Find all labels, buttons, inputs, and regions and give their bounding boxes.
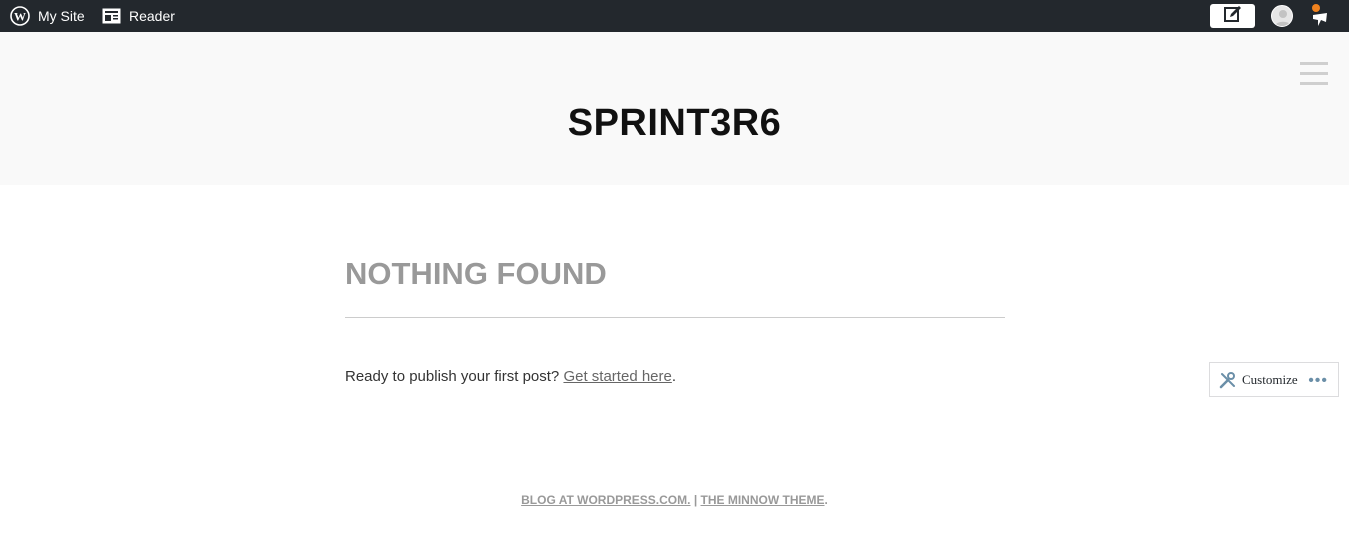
write-button[interactable] <box>1210 4 1255 28</box>
reader-icon <box>102 8 121 24</box>
wordpress-logo-icon: W <box>10 6 30 26</box>
customize-button[interactable]: Customize ••• <box>1209 362 1339 397</box>
site-header: SPRINT3R6 <box>0 32 1349 185</box>
svg-text:W: W <box>14 10 26 24</box>
avatar[interactable] <box>1271 5 1293 27</box>
footer-separator: | <box>690 493 701 507</box>
theme-link[interactable]: THE MINNOW THEME <box>701 493 825 507</box>
notifications-icon <box>1312 4 1327 26</box>
site-title[interactable]: SPRINT3R6 <box>0 102 1349 145</box>
blog-at-wordpress-link[interactable]: BLOG AT WORDPRESS.COM. <box>521 493 690 507</box>
message-period: . <box>671 368 677 385</box>
reader-label: Reader <box>129 8 175 24</box>
site-footer: BLOG AT WORDPRESS.COM. | THE MINNOW THEM… <box>0 493 1349 507</box>
reader-link[interactable]: Reader <box>102 0 175 32</box>
message-text: Ready to publish your first post? <box>345 368 560 385</box>
my-site-link[interactable]: W My Site <box>10 0 85 32</box>
page-title: NOTHING FOUND <box>345 256 607 291</box>
divider <box>345 317 1005 318</box>
tools-icon <box>1219 371 1237 389</box>
my-site-label: My Site <box>38 8 85 24</box>
footer-end: . <box>824 493 828 507</box>
get-started-link[interactable]: Get started here <box>563 368 671 385</box>
more-options-icon[interactable]: ••• <box>1308 372 1328 390</box>
notifications-button[interactable] <box>1309 3 1333 29</box>
write-icon <box>1223 5 1243 28</box>
customize-label: Customize <box>1242 371 1298 387</box>
user-avatar-icon <box>1275 10 1291 26</box>
menu-toggle-icon[interactable] <box>1300 62 1328 88</box>
page-message: Ready to publish your first post? Get st… <box>345 368 676 385</box>
admin-bar: W My Site Reader <box>0 0 1349 32</box>
